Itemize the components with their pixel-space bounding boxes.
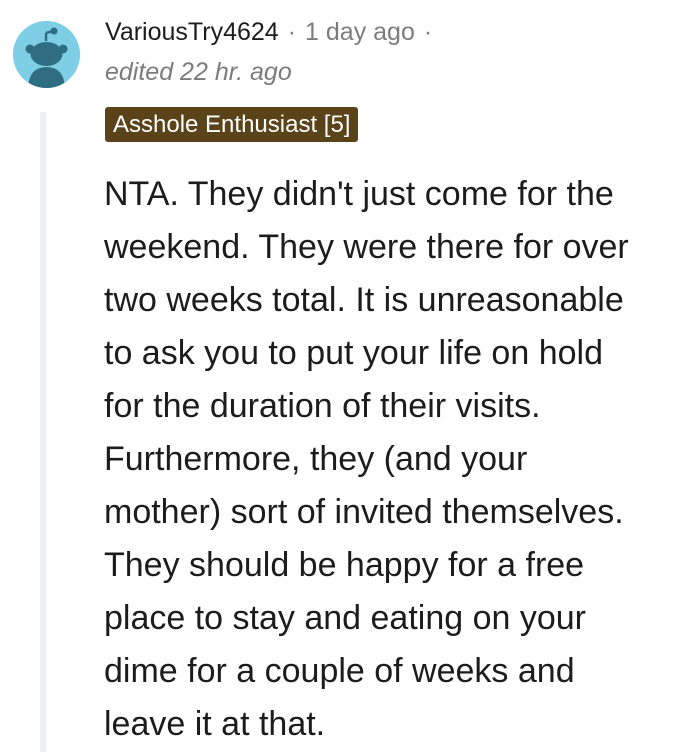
edited-label: edited 22 hr. ago — [105, 58, 292, 86]
avatar[interactable] — [13, 21, 80, 88]
thread-collapse-line[interactable] — [40, 112, 46, 752]
comment: VariousTry4624 · 1 day ago · edited 22 h… — [0, 0, 700, 752]
user-flair: Asshole Enthusiast [5] — [105, 107, 359, 142]
meta-separator: · — [287, 17, 297, 46]
comment-meta: VariousTry4624 · 1 day ago · — [105, 14, 441, 50]
meta-separator: · — [423, 17, 433, 46]
comment-body: NTA. They didn't just come for the weeke… — [104, 175, 629, 743]
username-link[interactable]: VariousTry4624 — [105, 18, 279, 47]
reddit-snoo-icon — [13, 21, 80, 88]
timestamp-link[interactable]: 1 day ago — [305, 18, 415, 47]
